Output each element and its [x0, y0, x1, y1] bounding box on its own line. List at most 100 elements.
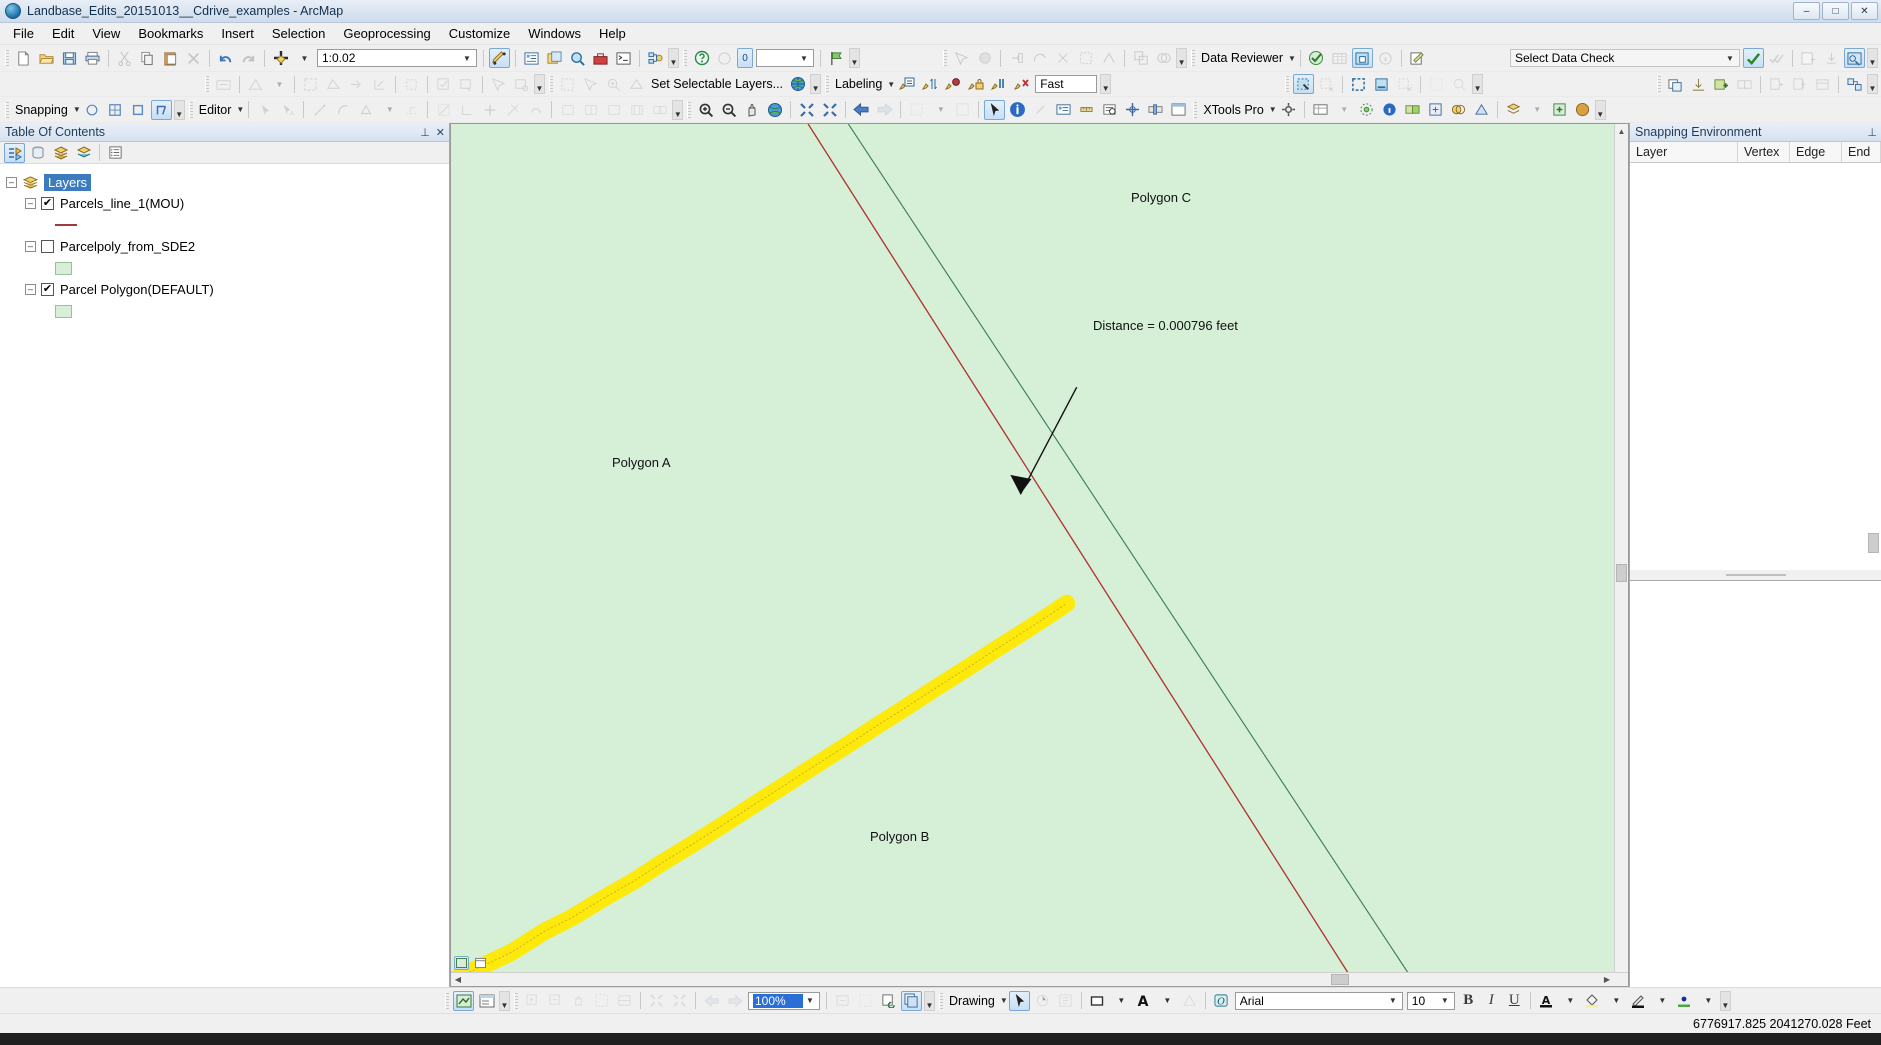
menu-customize[interactable]: Customize — [440, 23, 519, 44]
change-layout-icon[interactable] — [878, 991, 899, 1011]
menu-view[interactable]: View — [83, 23, 129, 44]
toggle-draft-mode-icon[interactable] — [832, 991, 853, 1011]
underline-button[interactable]: U — [1504, 991, 1525, 1011]
italic-button[interactable]: I — [1481, 991, 1502, 1011]
toolbar-overflow-button[interactable]: ▼ — [1100, 74, 1112, 94]
attribute-transfer-icon[interactable] — [511, 74, 532, 94]
layout-zoom-in-icon[interactable] — [522, 991, 543, 1011]
snapping-scroll-thumb[interactable] — [1868, 533, 1879, 553]
font-size-combo[interactable]: 10 ▼ — [1406, 991, 1455, 1010]
find-combo[interactable]: ▼ — [756, 49, 814, 67]
compare-layers-icon[interactable] — [1734, 74, 1755, 94]
menu-edit[interactable]: Edit — [43, 23, 83, 44]
select-by-graphic-icon[interactable] — [580, 74, 601, 94]
label-engine-combo[interactable]: Fast — [1035, 75, 1098, 93]
split-tool-icon[interactable] — [433, 100, 454, 120]
xtools-table-dropdown[interactable]: ▼ — [1333, 100, 1354, 120]
menu-file[interactable]: File — [4, 23, 43, 44]
toolbar-overflow-button[interactable]: ▼ — [924, 990, 935, 1011]
paste-icon[interactable] — [160, 48, 181, 68]
reshape-icon[interactable] — [1029, 48, 1050, 68]
marker-color-icon[interactable] — [1674, 991, 1695, 1011]
delete-icon[interactable] — [183, 48, 204, 68]
find-field-icon[interactable]: 0 — [737, 48, 753, 68]
go-to-xy-icon[interactable] — [1122, 100, 1143, 120]
planarize-icon[interactable] — [323, 74, 344, 94]
interactive-selection-icon[interactable] — [951, 48, 972, 68]
add-data-dropdown[interactable]: ▼ — [293, 48, 314, 68]
clear-selection-icon[interactable] — [626, 74, 647, 94]
align-left-icon[interactable] — [557, 100, 578, 120]
add-data-icon[interactable] — [270, 48, 291, 68]
data-driven-pages-icon[interactable] — [901, 990, 922, 1011]
topology-tool-icon[interactable] — [245, 74, 266, 94]
fixed-zoom-out-icon[interactable] — [819, 100, 840, 120]
snapping-menu[interactable]: Snapping — [12, 103, 71, 117]
export-layer-icon[interactable] — [1688, 74, 1709, 94]
toolbar-overflow-button[interactable]: ▼ — [1867, 48, 1878, 68]
label-weight-icon[interactable] — [942, 74, 963, 94]
select-elements-icon[interactable] — [984, 99, 1006, 120]
list-by-drawing-order-icon[interactable] — [4, 142, 25, 163]
layer-visibility-checkbox[interactable] — [41, 240, 54, 253]
xtools-settings-icon[interactable] — [1278, 100, 1299, 120]
validate-topology-icon[interactable] — [300, 74, 321, 94]
editor-menu[interactable]: Editor — [196, 103, 235, 117]
label-priority-icon[interactable] — [919, 74, 940, 94]
reviewer-remove-icon[interactable] — [1394, 74, 1415, 94]
chevron-down-icon[interactable]: ▼ — [1438, 996, 1452, 1005]
label-lock-icon[interactable] — [965, 74, 986, 94]
data-view-toggle-icon[interactable] — [454, 956, 469, 970]
run-data-check-icon[interactable] — [1743, 48, 1764, 68]
undo-edit-icon[interactable] — [525, 100, 546, 120]
map-vscroll-thumb[interactable] — [1616, 564, 1627, 582]
endpoint-snapping-icon[interactable] — [150, 99, 172, 120]
print-icon[interactable] — [82, 48, 103, 68]
fixed-zoom-in-icon[interactable] — [796, 100, 817, 120]
reviewer-commit-icon[interactable] — [1371, 74, 1392, 94]
xtools-shape-icon[interactable] — [1471, 100, 1492, 120]
minimize-button[interactable]: – — [1793, 2, 1820, 20]
reviewer-select-icon[interactable] — [1293, 74, 1315, 94]
menu-insert[interactable]: Insert — [212, 23, 263, 44]
zoom-out-icon[interactable] — [718, 100, 739, 120]
vertex-snapping-icon[interactable] — [105, 100, 126, 120]
layout-pan-icon[interactable] — [568, 991, 589, 1011]
undo-icon[interactable] — [215, 48, 236, 68]
map-horizontal-scrollbar[interactable]: ◀ ▶ — [451, 972, 1628, 986]
topology-dropdown[interactable]: ▼ — [268, 74, 289, 94]
table-of-contents-icon[interactable] — [521, 48, 542, 68]
list-by-visibility-icon[interactable] — [50, 143, 71, 163]
fill-color-dropdown[interactable]: ▼ — [1605, 991, 1626, 1011]
maximize-button[interactable]: □ — [1822, 2, 1849, 20]
toolbar-grip[interactable] — [939, 992, 943, 1009]
collapse-icon[interactable]: – — [25, 241, 36, 252]
new-rectangle-icon[interactable] — [1087, 991, 1108, 1011]
select-features-icon[interactable] — [557, 74, 578, 94]
xtools-pro-menu[interactable]: XTools Pro — [1200, 103, 1266, 117]
dock-splitter[interactable] — [1630, 569, 1881, 580]
generalize-icon[interactable] — [1075, 48, 1096, 68]
reviewer-info-icon[interactable] — [1375, 48, 1396, 68]
chevron-down-icon[interactable]: ▼ — [1723, 54, 1737, 63]
model-builder-icon[interactable] — [645, 48, 666, 68]
new-document-icon[interactable] — [13, 48, 34, 68]
error-inspector-icon[interactable] — [433, 74, 454, 94]
toolbar-overflow-button[interactable]: ▼ — [1594, 99, 1606, 120]
create-check-icon[interactable] — [1798, 48, 1819, 68]
topology-edit-icon[interactable] — [1006, 48, 1027, 68]
xtools-layer-icon[interactable] — [1503, 100, 1524, 120]
topology-edit-tool-icon[interactable] — [369, 74, 390, 94]
font-icon[interactable]: O — [1211, 991, 1232, 1011]
close-button[interactable]: ✕ — [1851, 2, 1878, 20]
chevron-down-icon[interactable]: ▼ — [460, 54, 474, 63]
zoom-to-page-width-icon[interactable] — [614, 991, 635, 1011]
font-family-combo[interactable]: Arial ▼ — [1234, 991, 1403, 1010]
toc-options-icon[interactable] — [105, 143, 126, 163]
identify-help-icon[interactable] — [691, 48, 712, 68]
layout-view-icon[interactable] — [453, 990, 474, 1011]
toolbar-grip[interactable] — [5, 50, 9, 66]
map-canvas[interactable]: Polygon C Distance = 0.000796 feet Polyg… — [450, 123, 1629, 987]
pan-icon[interactable] — [741, 100, 762, 120]
reviewer-session-icon[interactable] — [1306, 48, 1327, 68]
